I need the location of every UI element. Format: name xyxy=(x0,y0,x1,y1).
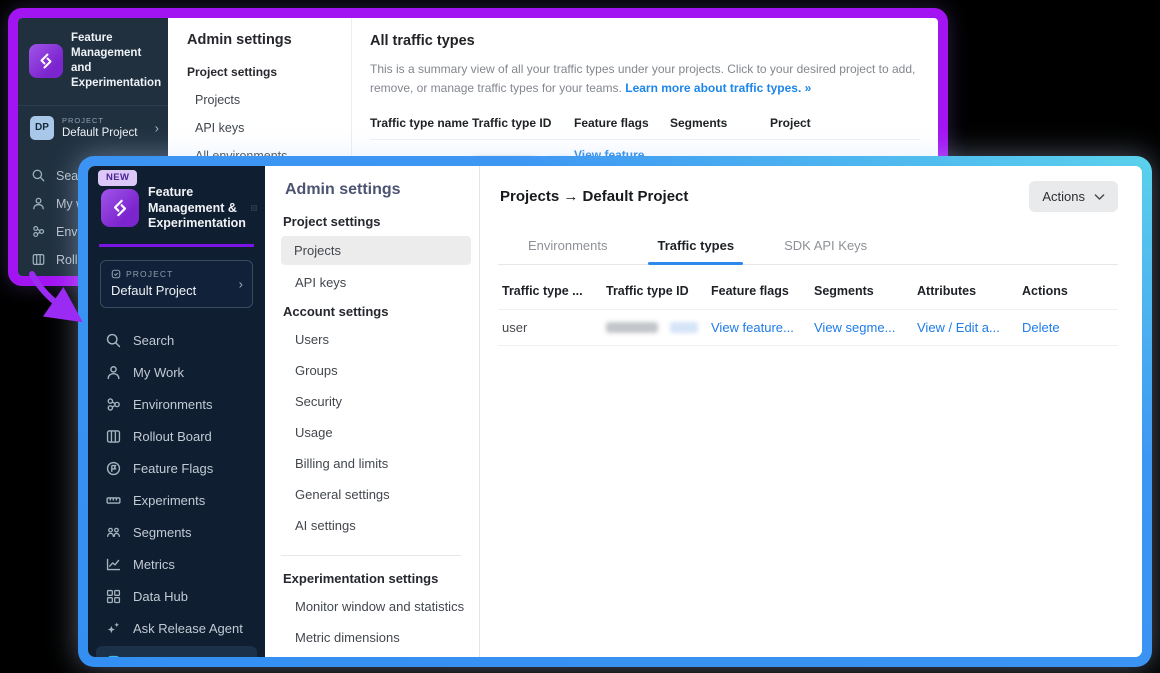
table-header-row: Traffic type ... Traffic type ID Feature… xyxy=(498,278,1118,309)
tab-traffic-types[interactable]: Traffic types xyxy=(655,229,736,264)
page-title: Projects → Default Project xyxy=(498,181,688,205)
delete-link[interactable]: Delete xyxy=(1022,320,1118,335)
settings-item-usage[interactable]: Usage xyxy=(265,417,479,448)
metrics-icon xyxy=(105,556,122,573)
settings-item-users[interactable]: Users xyxy=(265,324,479,355)
experiments-icon xyxy=(105,492,122,509)
section-account-settings: Account settings xyxy=(265,298,479,324)
tab-bar: Environments Traffic types SDK API Keys xyxy=(498,229,1118,265)
page-description: This is a summary view of all your traff… xyxy=(370,60,920,98)
settings-item-groups[interactable]: Groups xyxy=(265,355,479,386)
rollout-board-icon xyxy=(105,428,122,445)
foreground-window: NEW Feature Management & Experimentation… xyxy=(88,166,1142,657)
rollout-board-icon xyxy=(31,252,46,267)
app-title: Feature Management and Experimentation xyxy=(71,31,161,91)
project-icon xyxy=(111,269,121,279)
project-initials-badge: DP xyxy=(30,116,54,140)
sidebar-item-fme-settings[interactable]: FME Settings xyxy=(96,646,257,657)
settings-item-metric-dimensions[interactable]: Metric dimensions xyxy=(265,622,479,653)
settings-item-security[interactable]: Security xyxy=(265,386,479,417)
split-logo-icon xyxy=(101,189,139,227)
purple-divider xyxy=(99,244,254,247)
traffic-types-table: Traffic type ... Traffic type ID Feature… xyxy=(498,278,1118,346)
data-hub-icon xyxy=(105,588,122,605)
sidebar-item-experiments[interactable]: Experiments xyxy=(88,485,265,517)
front-admin-settings-panel: Admin settings Project settings Projects… xyxy=(265,166,480,657)
learn-more-link[interactable]: Learn more about traffic types. » xyxy=(625,81,811,95)
project-name: Default Project xyxy=(111,283,242,298)
apps-grid-icon[interactable] xyxy=(251,201,257,215)
feature-flags-icon xyxy=(105,460,122,477)
sidebar-item-environments[interactable]: Environments xyxy=(88,389,265,421)
settings-item-api-keys[interactable]: API keys xyxy=(265,267,479,298)
sparkle-icon xyxy=(105,620,122,637)
annotation-arrow xyxy=(20,266,96,330)
settings-item-general-settings[interactable]: General settings xyxy=(265,479,479,510)
settings-item-ai-settings[interactable]: AI settings xyxy=(265,510,479,541)
project-label: PROJECT xyxy=(126,269,173,279)
page-title: All traffic types xyxy=(370,33,920,49)
split-logo-icon xyxy=(29,44,63,78)
table-header-row: Traffic type name Traffic type ID Featur… xyxy=(370,108,920,139)
sidebar-item-search[interactable]: Search xyxy=(88,325,265,357)
view-segments-link[interactable]: View segme... xyxy=(814,320,917,335)
sidebar-item-data-hub[interactable]: Data Hub xyxy=(88,581,265,613)
view-edit-attributes-link[interactable]: View / Edit a... xyxy=(917,320,1022,335)
segments-icon xyxy=(105,524,122,541)
new-badge: NEW xyxy=(98,170,137,186)
fme-settings-icon xyxy=(105,654,122,657)
sidebar-item-segments[interactable]: Segments xyxy=(88,517,265,549)
search-icon xyxy=(105,332,122,349)
settings-item-projects[interactable]: Projects xyxy=(168,86,351,114)
front-content-panel: Projects → Default Project Actions Envir… xyxy=(480,166,1142,657)
sidebar-item-my-work[interactable]: My Work xyxy=(88,357,265,389)
view-feature-flags-link[interactable]: View feature... xyxy=(711,320,814,335)
admin-settings-title: Admin settings xyxy=(168,32,351,48)
back-logo-row: Feature Management and Experimentation xyxy=(18,18,168,101)
project-name: Default Project xyxy=(62,127,137,139)
redacted-traffic-id xyxy=(606,322,711,333)
front-sidebar: NEW Feature Management & Experimentation… xyxy=(88,166,265,657)
sidebar-item-ask-release-agent[interactable]: Ask Release Agent xyxy=(88,613,265,645)
search-icon xyxy=(31,168,46,183)
project-label: PROJECT xyxy=(62,116,137,125)
app-title: Feature Management & Experimentation xyxy=(148,185,242,232)
settings-item-billing-and-limits[interactable]: Billing and limits xyxy=(265,448,479,479)
chevron-right-icon: › xyxy=(155,120,159,135)
chevron-right-icon: › xyxy=(239,276,243,291)
sidebar-item-metrics[interactable]: Metrics xyxy=(88,549,265,581)
settings-item-monitor-window[interactable]: Monitor window and statistics xyxy=(265,591,479,622)
user-icon xyxy=(31,196,46,211)
front-project-selector[interactable]: PROJECT Default Project › xyxy=(100,260,253,308)
admin-settings-title: Admin settings xyxy=(265,181,479,199)
foreground-window-frame: NEW Feature Management & Experimentation… xyxy=(78,156,1152,667)
sidebar-item-feature-flags[interactable]: Feature Flags xyxy=(88,453,265,485)
tab-sdk-api-keys[interactable]: SDK API Keys xyxy=(782,229,869,264)
back-project-selector[interactable]: DP PROJECT Default Project › xyxy=(18,105,168,150)
front-sidebar-nav: Search My Work Environments Rollout Boar… xyxy=(88,325,265,657)
section-experimentation-settings: Experimentation settings xyxy=(265,556,479,591)
traffic-type-name: user xyxy=(502,320,606,335)
tab-environments[interactable]: Environments xyxy=(526,229,609,264)
settings-item-projects[interactable]: Projects xyxy=(281,236,471,265)
section-project-settings: Project settings xyxy=(168,48,351,86)
table-row: user View feature... View segme... View … xyxy=(498,309,1118,346)
section-project-settings: Project settings xyxy=(265,199,479,234)
settings-item-api-keys[interactable]: API keys xyxy=(168,114,351,142)
chevron-down-icon xyxy=(1094,193,1105,201)
actions-button[interactable]: Actions xyxy=(1029,181,1118,212)
sidebar-item-rollout-board[interactable]: Rollout Board xyxy=(88,421,265,453)
user-icon xyxy=(105,364,122,381)
environments-icon xyxy=(105,396,122,413)
environments-icon xyxy=(31,224,46,239)
